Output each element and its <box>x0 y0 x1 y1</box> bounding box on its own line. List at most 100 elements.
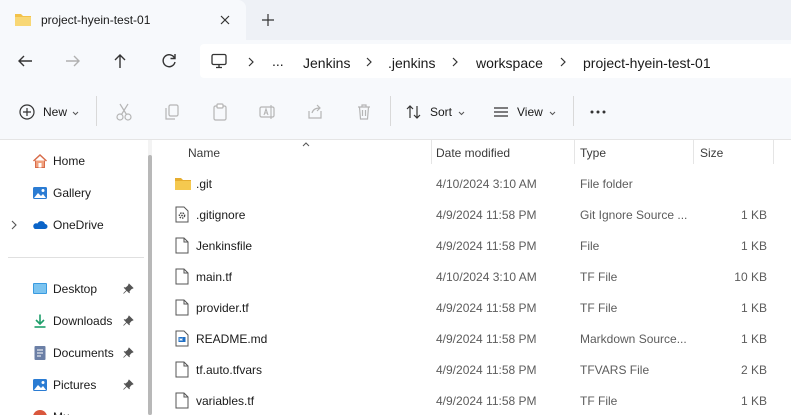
view-button[interactable]: View <box>517 105 543 119</box>
file-size: 1 KB <box>740 301 767 315</box>
pin-icon[interactable] <box>122 315 134 330</box>
sidebar-item-pictures[interactable]: Pictures <box>0 372 148 398</box>
breadcrumb-overflow[interactable]: ... <box>272 53 284 69</box>
rename-icon[interactable] <box>257 100 277 124</box>
breadcrumb-dot-jenkins[interactable]: .jenkins <box>388 55 435 71</box>
file-type: TF File <box>580 270 618 284</box>
file-row[interactable]: .git 4/10/2024 3:10 AM File folder <box>152 168 791 199</box>
delete-icon[interactable] <box>354 100 374 124</box>
file-name: main.tf <box>196 270 233 284</box>
file-row[interactable]: .gitignore 4/9/2024 11:58 PM Git Ignore … <box>152 199 791 230</box>
breadcrumb-jenkins[interactable]: Jenkins <box>303 55 350 71</box>
toolbar-divider <box>573 96 574 126</box>
column-divider[interactable] <box>574 140 575 164</box>
pin-icon[interactable] <box>122 347 134 362</box>
sidebar-item-music[interactable]: Mu <box>0 404 148 415</box>
file-type: TF File <box>580 301 618 315</box>
file-row[interactable]: provider.tf 4/9/2024 11:58 PM TF File 1 … <box>152 292 791 323</box>
sidebar-item-downloads[interactable]: Downloads <box>0 308 148 334</box>
sort-button[interactable]: Sort <box>430 105 452 119</box>
tab-strip: project-hyein-test-01 <box>0 0 791 40</box>
paste-icon[interactable] <box>210 100 230 124</box>
documents-icon <box>32 345 48 361</box>
file-name: README.md <box>196 332 268 346</box>
file-icon <box>175 299 189 319</box>
file-size: 1 KB <box>740 208 767 222</box>
file-name: Jenkinsfile <box>196 239 253 253</box>
sidebar-item-home[interactable]: Home <box>0 148 148 174</box>
file-type: TF File <box>580 394 618 408</box>
folder-icon <box>14 11 32 30</box>
column-header-type[interactable]: Type <box>580 146 606 160</box>
view-icon[interactable] <box>492 100 510 124</box>
tab-title: project-hyein-test-01 <box>41 13 151 27</box>
sort-icon[interactable] <box>405 100 423 124</box>
file-size: 1 KB <box>740 239 767 253</box>
cut-icon[interactable] <box>114 100 134 124</box>
pin-icon[interactable] <box>122 283 134 298</box>
new-plus-icon[interactable] <box>18 100 36 124</box>
sidebar-item-label: Desktop <box>53 282 98 296</box>
new-button[interactable]: New <box>43 105 67 119</box>
computer-icon[interactable] <box>210 53 228 72</box>
column-divider[interactable] <box>693 140 694 164</box>
breadcrumb-current-folder[interactable]: project-hyein-test-01 <box>583 55 711 71</box>
address-bar[interactable]: ... Jenkins .jenkins workspace project-h… <box>200 44 791 78</box>
file-row[interactable]: tf.auto.tfvars 4/9/2024 11:58 PM TFVARS … <box>152 354 791 385</box>
share-icon[interactable] <box>305 100 325 124</box>
file-row[interactable]: variables.tf 4/9/2024 11:58 PM TF File 1… <box>152 385 791 415</box>
command-bar: New Sort View <box>0 82 791 140</box>
file-date: 4/10/2024 3:10 AM <box>436 270 537 284</box>
pin-icon[interactable] <box>122 379 134 394</box>
sidebar-item-label: Gallery <box>53 186 92 200</box>
new-tab-icon[interactable] <box>258 10 278 30</box>
sidebar-item-label: Mu <box>53 410 70 415</box>
column-divider[interactable] <box>431 140 432 164</box>
chevron-right-icon <box>246 55 256 72</box>
file-name: tf.auto.tfvars <box>196 363 263 377</box>
back-arrow-icon[interactable] <box>13 49 37 73</box>
file-type: File folder <box>580 177 633 191</box>
file-date: 4/9/2024 11:58 PM <box>436 239 537 253</box>
chevron-right-icon <box>450 55 460 72</box>
column-header-name[interactable]: Name <box>188 146 220 160</box>
forward-arrow-icon[interactable] <box>61 49 85 73</box>
tab-project-folder[interactable]: project-hyein-test-01 <box>0 0 246 40</box>
column-divider[interactable] <box>773 140 774 164</box>
markdown-file-icon <box>175 330 189 350</box>
sidebar-item-label: Home <box>53 154 86 168</box>
sidebar-item-label: Pictures <box>53 378 97 392</box>
chevron-down-icon[interactable] <box>457 107 466 117</box>
sidebar-item-onedrive[interactable]: OneDrive <box>0 212 148 238</box>
file-date: 4/10/2024 3:10 AM <box>436 177 537 191</box>
sidebar-item-desktop[interactable]: Desktop <box>0 276 148 302</box>
folder-icon <box>174 176 192 195</box>
chevron-down-icon[interactable] <box>548 107 557 117</box>
file-icon <box>175 237 189 257</box>
file-row[interactable]: main.tf 4/10/2024 3:10 AM TF File 10 KB <box>152 261 791 292</box>
chevron-right-icon <box>558 55 568 72</box>
chevron-right-icon[interactable] <box>10 219 18 234</box>
file-row[interactable]: Jenkinsfile 4/9/2024 11:58 PM File 1 KB <box>152 230 791 261</box>
close-tab-icon[interactable] <box>216 11 234 29</box>
more-options-icon[interactable] <box>588 100 608 124</box>
file-date: 4/9/2024 11:58 PM <box>436 332 537 346</box>
file-size: 1 KB <box>740 394 767 408</box>
file-date: 4/9/2024 11:58 PM <box>436 394 537 408</box>
breadcrumb-workspace[interactable]: workspace <box>476 55 543 71</box>
gallery-icon <box>32 185 48 201</box>
copy-icon[interactable] <box>162 100 182 124</box>
home-icon <box>32 153 48 169</box>
file-row[interactable]: README.md 4/9/2024 11:58 PM Markdown Sou… <box>152 323 791 354</box>
refresh-icon[interactable] <box>157 49 181 73</box>
sidebar-item-documents[interactable]: Documents <box>0 340 148 366</box>
sidebar-item-gallery[interactable]: Gallery <box>0 180 148 206</box>
pictures-icon <box>32 377 48 393</box>
file-size: 1 KB <box>740 332 767 346</box>
up-arrow-icon[interactable] <box>108 49 132 73</box>
desktop-icon <box>32 281 48 297</box>
column-header-date[interactable]: Date modified <box>436 146 510 160</box>
chevron-down-icon[interactable] <box>71 107 80 117</box>
file-date: 4/9/2024 11:58 PM <box>436 301 537 315</box>
column-header-size[interactable]: Size <box>700 146 723 160</box>
